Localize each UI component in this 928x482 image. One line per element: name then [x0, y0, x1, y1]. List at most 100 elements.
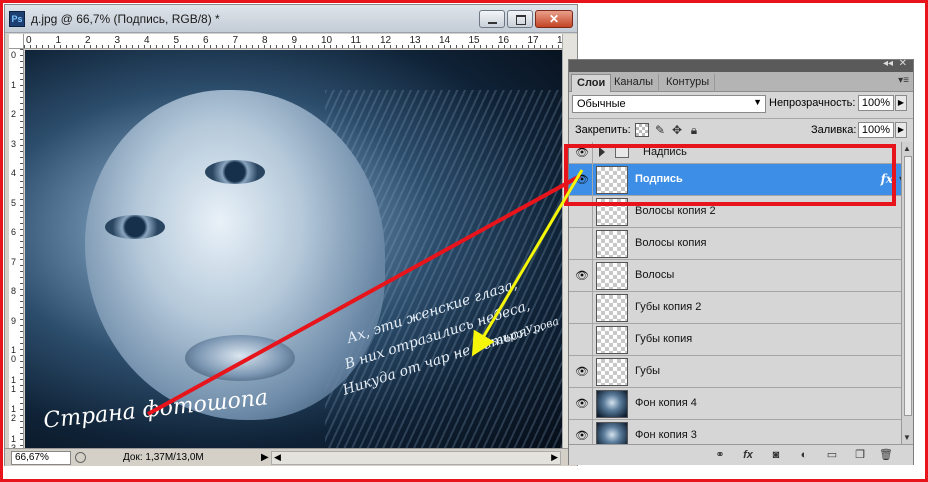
ruler-tick-label: 5 [11, 197, 17, 208]
lips [185, 335, 295, 381]
ruler-tick-label: 11 [11, 374, 17, 394]
scroll-up-icon[interactable]: ▲ [903, 144, 911, 153]
layer-thumbnail[interactable] [596, 166, 628, 194]
tab-layers[interactable]: Слои [571, 74, 612, 92]
layer-name: Волосы [635, 269, 675, 281]
horizontal-ruler[interactable]: 0123456789101112131415161718 [24, 34, 568, 49]
tab-paths[interactable]: Контуры [661, 74, 716, 92]
layer-thumbnail[interactable] [596, 358, 628, 386]
visibility-toggle[interactable]: 👁︎ [569, 164, 593, 195]
panel-tabs: Слои Каналы Контуры ▾≡ [569, 72, 913, 92]
right-eye [205, 160, 265, 184]
layer-thumbnail[interactable] [596, 230, 628, 258]
collapse-icon[interactable]: ◂◂ [883, 58, 893, 69]
maximize-button[interactable] [507, 10, 533, 28]
minimize-button[interactable] [479, 10, 505, 28]
scroll-right-icon[interactable]: ▶ [551, 452, 558, 463]
ruler-tick-label: 0 [11, 50, 17, 60]
delete-layer-icon[interactable]: 🗑︎ [879, 448, 893, 462]
divider [569, 118, 913, 119]
visibility-toggle[interactable]: 👁︎ [569, 142, 593, 163]
visibility-toggle[interactable]: 👁︎ [569, 388, 593, 419]
layer-group-row[interactable]: 👁︎ Надпись [569, 142, 901, 164]
ruler-tick-label: 2 [85, 35, 91, 46]
lock-brush-icon[interactable]: ✎ [653, 123, 667, 137]
layer-thumbnail[interactable] [596, 198, 628, 226]
layer-row[interactable]: 👁︎ Губы [569, 356, 901, 388]
vertical-ruler[interactable]: 012345678910111213 [9, 49, 24, 452]
fill-field[interactable]: 100% [858, 122, 894, 138]
new-group-icon[interactable]: ▭ [825, 448, 839, 462]
visibility-toggle[interactable]: 👁︎ [569, 356, 593, 387]
opacity-slider-arrow-icon[interactable]: ▶ [895, 95, 907, 111]
document-info: Док: 1,37M/13,0M [123, 452, 204, 463]
ruler-tick-label: 9 [291, 35, 298, 46]
layer-row[interactable]: Волосы копия [569, 228, 901, 260]
layer-row[interactable]: 👁︎ Фон копия 3 [569, 420, 901, 444]
status-menu-arrow-icon[interactable]: ▶ [261, 452, 269, 463]
ruler-corner[interactable] [9, 34, 24, 49]
layer-effects-icon[interactable]: fx [881, 172, 893, 186]
watermark-text: Страна фотошопа [42, 385, 270, 434]
ruler-tick-label: 1 [55, 35, 62, 46]
panel-header[interactable]: ◂◂ ✕ [569, 58, 913, 72]
eye-icon: 👁︎ [575, 397, 589, 410]
layer-row[interactable]: Волосы копия 2 [569, 196, 901, 228]
ruler-tick-label: 14 [439, 35, 451, 46]
layers-scrollbar[interactable]: ▲ ▼ [901, 142, 913, 444]
layer-name: Губы копия [635, 333, 693, 345]
visibility-toggle[interactable] [569, 228, 593, 259]
layer-row[interactable]: Губы копия [569, 324, 901, 356]
expand-triangle-icon[interactable] [599, 147, 605, 157]
close-button[interactable] [535, 10, 573, 28]
ruler-tick-label: 1 [11, 79, 17, 90]
ruler-tick-label: 6 [11, 227, 17, 237]
tab-channels[interactable]: Каналы [609, 74, 660, 92]
document-titlebar[interactable]: Ps д.jpg @ 66,7% (Подпись, RGB/8) * [5, 5, 577, 33]
blend-mode-select[interactable]: Обычные ▼ [572, 95, 766, 113]
layer-thumbnail[interactable] [596, 326, 628, 354]
layer-name: Фон копия 3 [635, 429, 697, 441]
status-icon[interactable] [75, 452, 86, 463]
fill-slider-arrow-icon[interactable]: ▶ [895, 122, 907, 138]
layer-name: Волосы копия 2 [635, 205, 716, 217]
ruler-tick-label: 5 [173, 35, 180, 46]
opacity-label: Непрозрачность: [769, 97, 856, 109]
layer-row[interactable]: 👁︎ Подпись fx ▾ [569, 164, 901, 196]
layer-row[interactable]: 👁︎ Волосы [569, 260, 901, 292]
visibility-toggle[interactable]: 👁︎ [569, 260, 593, 291]
layer-name: Надпись [643, 146, 687, 158]
layer-thumbnail[interactable] [596, 262, 628, 290]
lock-transparency-icon[interactable] [635, 123, 649, 137]
scroll-down-icon[interactable]: ▼ [903, 433, 911, 442]
left-eye [105, 215, 165, 239]
panel-menu-icon[interactable]: ▾≡ [898, 75, 909, 86]
opacity-field[interactable]: 100% [858, 95, 894, 111]
zoom-field[interactable]: 66,67% [11, 451, 71, 465]
panel-close-icon[interactable]: ✕ [899, 58, 907, 69]
ruler-tick-label: 10 [11, 345, 17, 364]
scroll-left-icon[interactable]: ◀ [274, 452, 281, 463]
lock-all-icon[interactable]: 🔒︎ [687, 123, 701, 137]
layer-thumbnail[interactable] [596, 390, 628, 418]
ruler-tick-label: 9 [11, 315, 17, 326]
visibility-toggle[interactable] [569, 292, 593, 323]
layer-thumbnail[interactable] [596, 294, 628, 322]
visibility-toggle[interactable]: 👁︎ [569, 420, 593, 444]
visibility-toggle[interactable] [569, 196, 593, 227]
layer-row[interactable]: 👁︎ Фон копия 4 [569, 388, 901, 420]
layer-mask-icon[interactable]: ◙ [769, 448, 783, 462]
adjustment-layer-icon[interactable]: ◐ [797, 448, 811, 462]
scroll-thumb[interactable] [904, 156, 912, 416]
new-layer-icon[interactable]: ❐ [853, 448, 867, 462]
layer-row[interactable]: Губы копия 2 [569, 292, 901, 324]
eye-icon: 👁︎ [575, 269, 589, 282]
horizontal-scrollbar[interactable]: ◀ ▶ [271, 451, 561, 465]
lock-move-icon[interactable]: ✥ [670, 123, 684, 137]
visibility-toggle[interactable] [569, 324, 593, 355]
layer-style-fx-icon[interactable]: fx [741, 448, 755, 462]
layer-name: Фон копия 4 [635, 397, 697, 409]
link-layers-icon[interactable]: ⚭ [713, 448, 727, 462]
image-canvas[interactable]: Ах, эти женские глаза, В них отразились … [25, 50, 562, 448]
layer-thumbnail[interactable] [596, 422, 628, 444]
